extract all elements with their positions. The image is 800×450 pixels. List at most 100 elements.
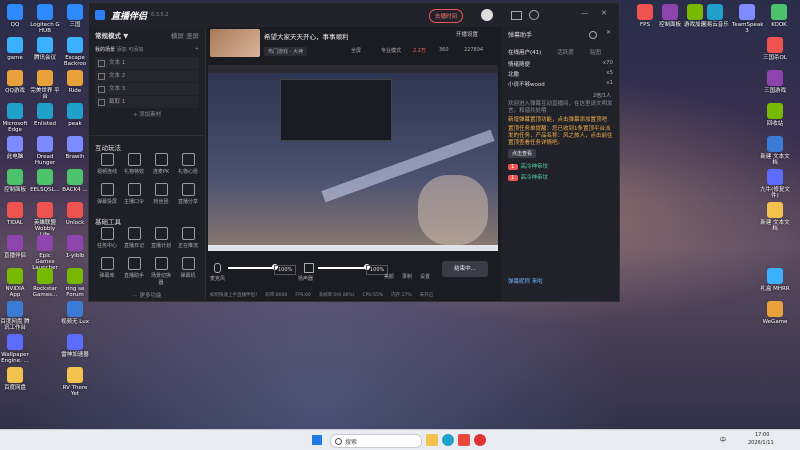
source-item[interactable]: 文本 3 bbox=[95, 83, 199, 95]
mode-link-landscape[interactable]: 横屏 bbox=[171, 32, 184, 40]
desktop-icon[interactable]: 九牛(修复文件) bbox=[760, 169, 790, 199]
record-tool-button[interactable]: 录制 bbox=[402, 273, 412, 280]
desktop-icon[interactable]: 腾讯会议 bbox=[30, 37, 60, 61]
close-button[interactable]: ✕ bbox=[601, 9, 607, 17]
tool-item[interactable]: 直播日记 bbox=[122, 227, 146, 249]
desktop-icon[interactable]: peak bbox=[60, 103, 90, 127]
tray-lang[interactable]: 中 bbox=[720, 435, 726, 444]
start-button[interactable] bbox=[312, 435, 322, 445]
desktop-icon[interactable]: 视频无 Lux bbox=[60, 301, 90, 325]
app-icon[interactable] bbox=[458, 434, 470, 446]
desktop-icon[interactable]: Epic Games Launcher bbox=[30, 235, 60, 271]
desktop-icon[interactable]: EELSQSL... bbox=[30, 169, 60, 193]
desktop-icon[interactable]: Enlisted bbox=[30, 103, 60, 127]
edge-icon[interactable] bbox=[442, 434, 454, 446]
mail-icon[interactable] bbox=[511, 11, 522, 20]
source-item[interactable]: 截取 1 bbox=[95, 96, 199, 108]
fullscreen-button[interactable]: 全屏 bbox=[351, 47, 361, 54]
speaker-slider[interactable] bbox=[318, 267, 366, 269]
desktop-icon[interactable]: game bbox=[0, 37, 30, 61]
source-item[interactable]: 文本 1 bbox=[95, 57, 199, 69]
desktop-icon[interactable]: 礼盒 MHRR bbox=[760, 268, 790, 292]
desktop-icon[interactable]: NVIDIA App bbox=[0, 268, 30, 298]
tool-item[interactable]: 正在推流 bbox=[176, 227, 200, 249]
headset-icon[interactable] bbox=[529, 10, 539, 20]
stream-open-button[interactable]: 开播设置 bbox=[456, 30, 478, 38]
pro-mode-button[interactable]: 专业模式 bbox=[381, 47, 401, 54]
desktop-icon[interactable]: Logitech G HUB bbox=[30, 4, 60, 34]
settings-button[interactable]: 设置 bbox=[420, 273, 430, 280]
live-status-button[interactable]: 结束中... bbox=[442, 261, 488, 277]
desktop-icon[interactable]: 英雄联盟 Wobbly Life bbox=[30, 202, 60, 238]
danmu-settings-icon[interactable] bbox=[589, 31, 597, 39]
tool-item[interactable]: 主播口令 bbox=[122, 183, 146, 205]
desktop-icon[interactable]: 百度网盘 腾讯工作台 bbox=[0, 301, 30, 331]
tool-item[interactable]: 场景切换器 bbox=[149, 257, 173, 286]
desktop-icon[interactable]: Wallpaper Engine: ... bbox=[0, 334, 30, 364]
desktop-icon[interactable]: 百度网盘 bbox=[0, 367, 30, 391]
desktop-icon[interactable]: Dread Hunger bbox=[30, 136, 60, 166]
desktop-icon[interactable]: QQ bbox=[0, 4, 30, 28]
stream-cover[interactable] bbox=[210, 29, 260, 57]
scene-tab[interactable]: 添加 bbox=[117, 47, 127, 53]
clock-date[interactable]: 2026/1/11 bbox=[748, 440, 774, 446]
top-user-row[interactable]: 小说不够wood x1 bbox=[508, 80, 613, 88]
desktop-icon[interactable]: 三国游戏 bbox=[760, 70, 790, 94]
task-view-button[interactable]: 点击查看 bbox=[508, 149, 537, 158]
desktop-icon[interactable]: 完美世界 平台 bbox=[30, 70, 60, 100]
mic-icon[interactable] bbox=[214, 263, 221, 273]
desktop-icon[interactable]: 新建 文本文档 bbox=[760, 136, 790, 166]
desktop-icon[interactable]: ring se Forum bbox=[60, 268, 90, 298]
tool-item[interactable]: 弹幕机 bbox=[176, 257, 200, 279]
desktop-icon[interactable]: TeamSpeak 3 bbox=[732, 4, 763, 34]
tool-item[interactable]: 粉丝团 bbox=[149, 183, 173, 205]
desktop-icon[interactable]: 直播伴侣 bbox=[0, 235, 30, 259]
tool-item[interactable]: 视频连线 bbox=[95, 153, 119, 175]
desktop-icon[interactable]: 游戏加速 bbox=[680, 4, 710, 28]
beauty-button[interactable]: 美颜 bbox=[384, 273, 394, 280]
source-item[interactable]: 文本 2 bbox=[95, 70, 199, 82]
stream-preview[interactable] bbox=[208, 65, 498, 251]
top-user-row[interactable]: 情绪随便 x70 bbox=[508, 60, 613, 68]
stream-title[interactable]: 希望大家天天开心，事事顺利 bbox=[264, 31, 349, 41]
add-material-button[interactable]: + 添加素材 bbox=[89, 110, 205, 118]
desktop-icon[interactable]: 新建 文本文档 bbox=[760, 202, 790, 232]
tab-online-users[interactable]: 在线用户(41) bbox=[508, 48, 541, 56]
desktop-icon[interactable]: Ride bbox=[60, 70, 90, 94]
tool-item[interactable]: 连麦PK bbox=[149, 153, 173, 175]
tab-stickers[interactable]: 贴图 bbox=[590, 48, 601, 56]
scene-tab[interactable]: 可添加 bbox=[128, 47, 143, 53]
source-checkbox[interactable] bbox=[98, 86, 105, 93]
desktop-icon[interactable]: 三国杀OL bbox=[760, 37, 790, 61]
chat-message[interactable]: 1 高冷神帝坟 bbox=[508, 162, 613, 170]
tool-item[interactable]: 任务中心 bbox=[95, 227, 119, 249]
search-box[interactable]: 搜索 bbox=[330, 434, 422, 448]
desktop-icon[interactable]: Rockstar Games... bbox=[30, 268, 60, 298]
netease-music-icon[interactable] bbox=[474, 434, 486, 446]
desktop-icon[interactable]: QQ游戏 bbox=[0, 70, 30, 94]
source-checkbox[interactable] bbox=[98, 60, 105, 67]
mic-slider[interactable] bbox=[228, 267, 273, 269]
minimize-button[interactable]: — bbox=[581, 9, 588, 17]
desktop-icon[interactable]: 此电脑 bbox=[0, 136, 30, 160]
chat-message[interactable]: 1 高冷神帝坟 bbox=[508, 173, 613, 181]
desktop-icon[interactable]: Microsoft Edge bbox=[0, 103, 30, 133]
add-scene-icon[interactable]: + bbox=[195, 46, 199, 52]
desktop-icon[interactable]: WeGame bbox=[760, 301, 790, 325]
tool-item[interactable]: 礼物特效 bbox=[122, 153, 146, 175]
speaker-icon[interactable] bbox=[304, 263, 314, 273]
tool-item[interactable]: 直播计划 bbox=[149, 227, 173, 249]
desktop-icon[interactable]: 控制面板 bbox=[0, 169, 30, 193]
desktop-icon[interactable]: 雷神加速器 bbox=[60, 334, 90, 358]
desktop-icon[interactable]: KOOK bbox=[764, 4, 794, 28]
avatar[interactable] bbox=[481, 9, 493, 21]
mode-selector[interactable]: 常规模式 ▼ bbox=[95, 30, 128, 40]
tool-item[interactable]: 弹幕投屏 bbox=[95, 183, 119, 205]
desktop-icon[interactable]: RV There Yet bbox=[60, 367, 90, 397]
scene-tab[interactable]: 我的场景 bbox=[95, 47, 115, 53]
stream-category[interactable]: 热门游戏 - 大神 bbox=[264, 47, 307, 56]
desktop-icon[interactable]: Brawlh bbox=[60, 136, 90, 160]
source-checkbox[interactable] bbox=[98, 73, 105, 80]
danmu-close-icon[interactable]: ✕ bbox=[606, 29, 611, 36]
clock-time[interactable]: 17:00 bbox=[755, 432, 769, 438]
